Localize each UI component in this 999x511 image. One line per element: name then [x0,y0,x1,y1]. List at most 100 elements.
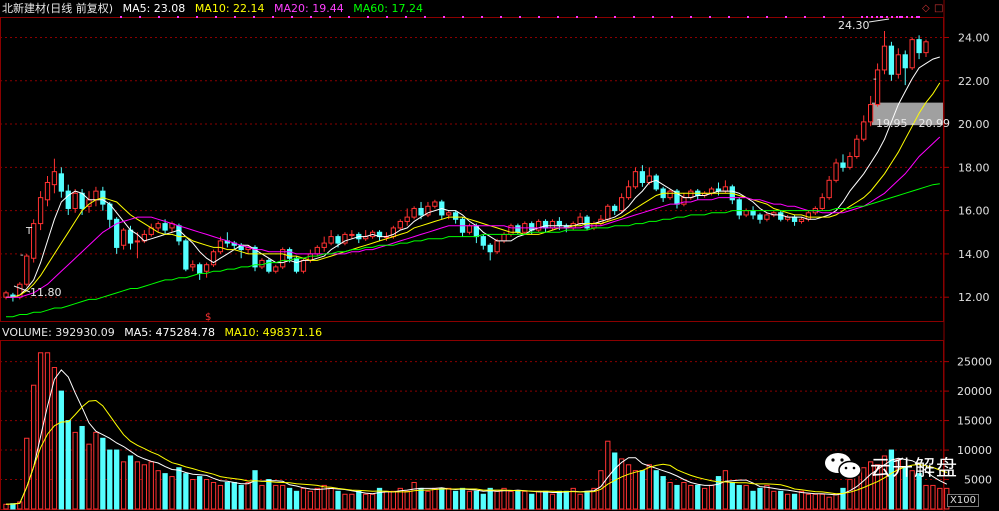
dot-marker [785,16,787,18]
candle-up [895,54,901,75]
candle-down [335,236,341,244]
dot-marker [652,16,654,18]
candle-up [632,171,639,188]
dot-marker [310,16,312,18]
volume-bar [183,473,189,510]
ma-line-ma5 [6,56,940,298]
volume-bar [563,490,569,510]
volume-bar [508,490,514,510]
dot-marker [766,16,768,18]
ma60-label: MA60: 17.24 [353,2,423,15]
volume-unit-label: X100 [947,494,979,507]
dot-marker [538,16,540,18]
volume-bar [466,490,473,510]
volume-bar [3,503,9,510]
dot-marker [891,16,893,18]
volume-bar [266,479,272,510]
dot-marker [842,16,844,18]
volume-bar [65,420,71,510]
volume-label: VOLUME: 392930.09 [2,326,115,339]
candle-down [58,173,64,192]
volume-bar [702,487,708,510]
candle-down [79,192,85,209]
volume-bar [79,425,85,510]
dot-marker [906,16,908,18]
candle-up [577,216,583,225]
dot-marker [291,16,293,18]
volume-bar [383,490,390,510]
volume-bar [418,487,424,510]
volume-bar [120,461,127,510]
dot-marker [367,16,369,18]
price-tick-label: 20.00 [958,118,990,131]
window-toggle-icon[interactable]: □ [934,3,943,14]
ma5-label: MA5: 23.08 [122,2,186,15]
dot-marker [329,16,331,18]
volume-bar [674,484,680,510]
candle-down [750,210,756,216]
volume-bar [411,481,417,510]
candle-up [217,240,224,253]
volume-bar [286,487,293,510]
candle-down [736,199,742,216]
dot-marker [886,16,888,18]
dot-marker [443,16,445,18]
volume-bar [342,493,348,510]
volume-bar [210,481,217,510]
volume-bar [688,484,694,510]
candle-down [556,220,563,227]
dot-marker [866,16,868,18]
candle-up [909,39,915,69]
candle-down [65,190,71,209]
candle-down [757,214,763,220]
candle-up [605,205,611,220]
candle-down [183,240,189,270]
volume-bar [86,443,92,510]
dot-marker [747,16,749,18]
volume-bar [653,470,659,510]
dot-marker [595,16,597,18]
volume-bar [107,449,113,510]
volume-bar [259,484,265,510]
volume-bar [480,493,486,510]
diamond-icon[interactable]: ◇ [922,3,930,14]
volume-bar [273,484,279,510]
candle-up [328,236,334,244]
dot-marker [881,16,883,18]
volume-bar [577,493,583,510]
volume-bar [729,481,735,510]
volume-bar [335,490,341,510]
wechat-icon [825,453,862,480]
dot-marker [481,16,483,18]
volume-bar [44,352,51,510]
volume-bar [494,490,500,510]
dot-marker [614,16,616,18]
volume-bar [155,470,161,510]
volume-bar [245,481,251,510]
candle-down [127,229,134,244]
volume-bar [847,479,853,510]
volume-bar [93,431,99,510]
candle-up [432,201,438,207]
candle-up [397,220,403,229]
candle-down [197,264,203,274]
candle-up [618,197,625,212]
volume-bar [833,493,839,510]
volume-bar [757,487,763,510]
volume-bar [515,490,521,510]
volume-bar [805,493,812,510]
candle-up [37,197,44,225]
volume-bar [231,481,237,510]
volume-bar [58,390,64,510]
volume-bar [473,490,480,510]
volume-bar [785,493,791,510]
candle-up [667,190,673,199]
volume-bar [127,455,134,510]
candle-up [300,259,307,272]
price-tick-label: 24.00 [958,31,990,44]
dot-marker [861,16,863,18]
zone-range-label: 19.95 - 20.99 [876,117,950,130]
volume-bar [190,479,196,510]
annotations: 24.30 11.80 19.95 - 20.99 T - - $ [13,18,950,323]
candle-up [764,214,770,220]
